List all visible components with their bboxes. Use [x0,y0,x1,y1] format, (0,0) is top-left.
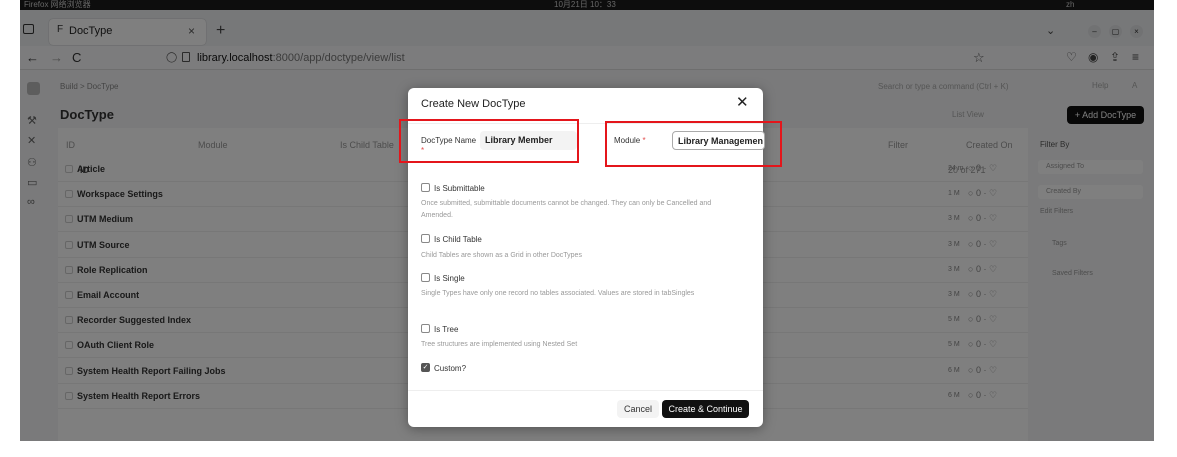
is-submittable-label: Is Submittable [434,184,485,193]
dialog-footer-divider [408,390,763,391]
highlight-box-module [605,121,782,167]
is-child-table-checkbox[interactable] [421,234,430,243]
create-doctype-dialog: Create New DocType ✕ DocType Name * Libr… [399,88,782,427]
create-continue-button[interactable]: Create & Continue [662,400,749,418]
screen: Firefox 网络浏览器 10月21日 10：33 zh F DocType … [20,0,1154,441]
dialog-title: Create New DocType [421,98,526,110]
is-single-checkbox[interactable] [421,273,430,282]
is-tree-label: Is Tree [434,325,459,334]
is-single-label: Is Single [434,274,465,283]
is-submittable-checkbox[interactable] [421,183,430,192]
dialog-close-icon[interactable]: ✕ [736,93,749,111]
is-tree-checkbox[interactable] [421,324,430,333]
is-submittable-description: Once submitted, submittable documents ca… [421,200,712,219]
is-single-description: Single Types have only one record no tab… [421,290,695,297]
is-child-table-label: Is Child Table [434,235,482,244]
custom-label: Custom? [434,364,467,373]
is-child-table-description: Child Tables are shown as a Grid in othe… [421,252,582,259]
is-tree-description: Tree structures are implemented using Ne… [421,341,578,348]
custom-checkbox[interactable]: ✓ [421,363,430,372]
cancel-button[interactable]: Cancel [617,400,659,418]
highlight-box-doctype-name [399,119,579,163]
